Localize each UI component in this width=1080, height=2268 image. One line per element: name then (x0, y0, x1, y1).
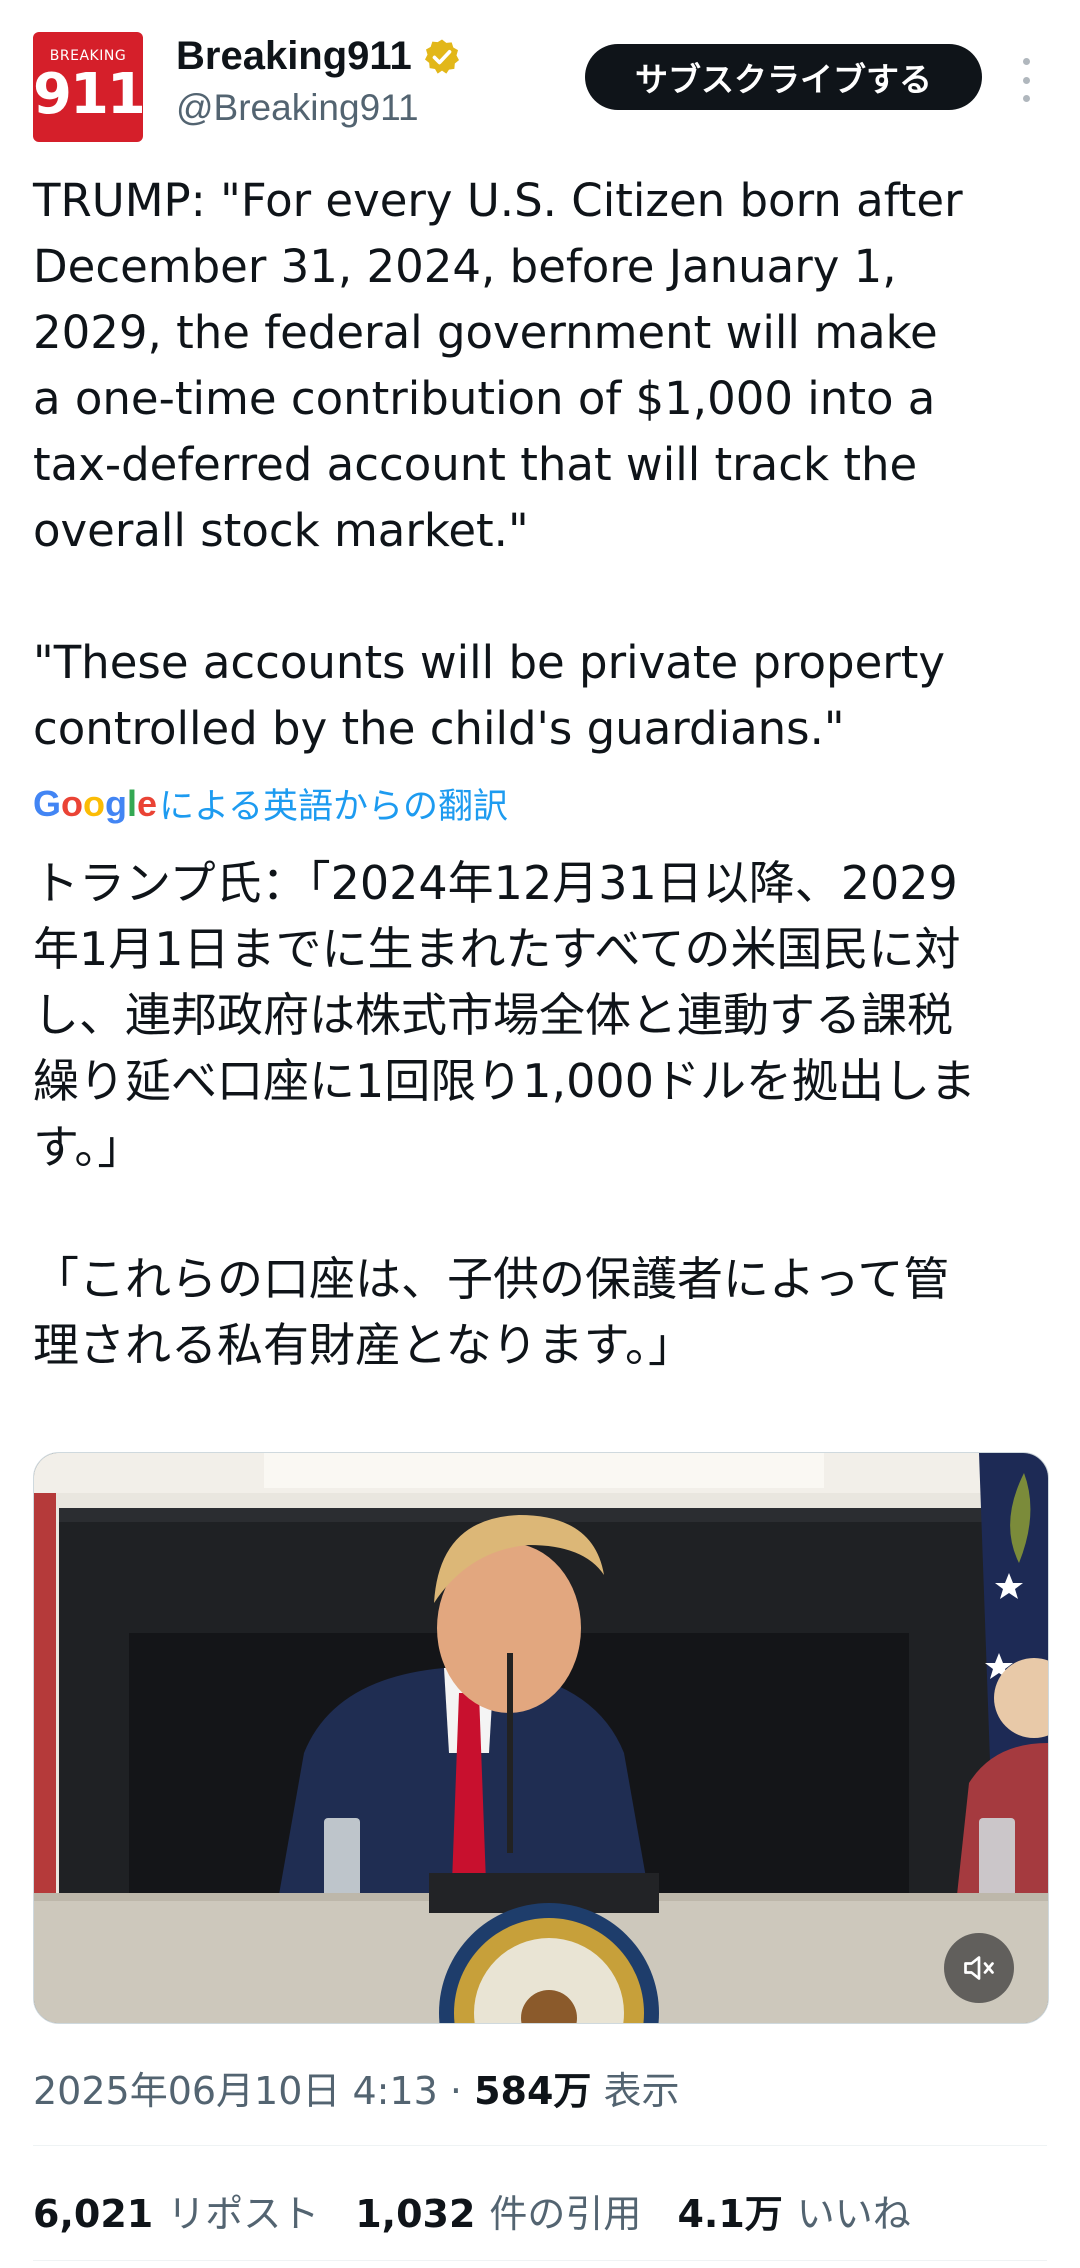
video-frame (34, 1453, 1048, 2023)
display-name[interactable]: Breaking911 (176, 34, 412, 79)
retweets-stat[interactable]: 6,021 リポスト (33, 2183, 319, 2238)
view-label: 表示 (603, 2069, 680, 2113)
video-player[interactable] (33, 1452, 1049, 2024)
google-logo-icon: Google (33, 782, 158, 824)
like-label: いいね (796, 2192, 911, 2236)
tweet-text: TRUMP: "For every U.S. Citizen born afte… (33, 174, 963, 755)
tweet-meta: 2025年06月10日 4:13 · 584万 表示 (33, 2060, 680, 2115)
translated-text: トランプ氏：「2024年12月31日以降、2029 年1月1日までに生まれたすべ… (33, 856, 976, 1372)
tweet-timestamp[interactable]: 2025年06月10日 4:13 (33, 2069, 438, 2113)
likes-stat[interactable]: 4.1万 いいね (677, 2183, 910, 2238)
quote-label: 件の引用 (489, 2192, 642, 2236)
quotes-stat[interactable]: 1,032 件の引用 (355, 2183, 641, 2238)
divider (33, 2145, 1047, 2146)
translation-label: による英語からの翻訳 (159, 787, 509, 827)
avatar-number: 911 (33, 62, 143, 127)
subscribe-button[interactable]: サブスクライブする (585, 44, 982, 110)
engagement-stats: 6,021 リポスト 1,032 件の引用 4.1万 いいね (33, 2183, 947, 2238)
view-count: 584万 (474, 2069, 592, 2113)
volume-muted-icon[interactable] (944, 1933, 1014, 2003)
name-row: Breaking911 (176, 34, 462, 79)
meta-separator: · (449, 2069, 463, 2113)
quote-count: 1,032 (355, 2192, 476, 2236)
retweet-count: 6,021 (33, 2192, 154, 2236)
translation-attribution[interactable]: Google による英語からの翻訳 (33, 778, 508, 829)
tweet-header: BREAKING 911 Breaking911 @Breaking911 サブ… (33, 32, 1047, 144)
avatar[interactable]: BREAKING 911 (33, 32, 143, 142)
more-vertical-icon[interactable] (1011, 52, 1041, 108)
verified-badge-icon (424, 39, 459, 74)
retweet-label: リポスト (167, 2192, 320, 2236)
divider-bottom (33, 2260, 1047, 2261)
like-count: 4.1万 (677, 2192, 783, 2236)
account-handle[interactable]: @Breaking911 (176, 87, 419, 129)
